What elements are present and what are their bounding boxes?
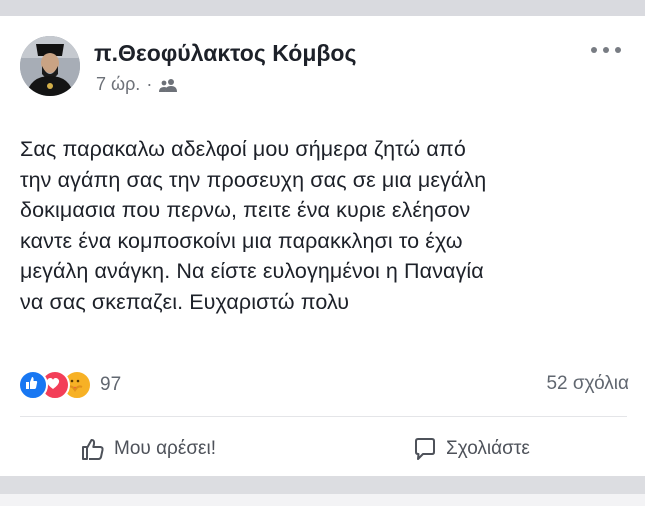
post-meta: 7 ώρ. · (96, 74, 178, 95)
feed-bottom-divider (0, 476, 645, 506)
post-time[interactable]: 7 ώρ. (96, 74, 140, 95)
post-text: Σας παρακαλω αδελφοί μου σήμερα ζητώ από… (20, 137, 487, 314)
author-name[interactable]: π.Θεοφύλακτος Κόμβος (94, 40, 356, 67)
post-card: π.Θεοφύλακτος Κόμβος 7 ώρ. · Σας παρακαλ… (0, 16, 645, 476)
more-options-icon[interactable] (591, 44, 625, 56)
like-button-label: Μου αρέσει! (114, 438, 217, 459)
like-button[interactable]: Μου αρέσει! (80, 436, 216, 462)
reactions-summary[interactable]: 97 (18, 370, 121, 400)
comment-button-label: Σχολιάστε (446, 438, 530, 459)
comment-count[interactable]: 52 σχόλια (546, 373, 629, 395)
meta-separator: · (146, 74, 153, 94)
reaction-count[interactable]: 97 (100, 374, 121, 396)
next-card-edge (0, 494, 645, 506)
feed-top-divider (0, 0, 645, 16)
comment-button[interactable]: Σχολιάστε (412, 436, 530, 462)
actions-divider (20, 416, 627, 417)
like-icon (18, 370, 48, 400)
thumbs-up-icon (82, 438, 104, 460)
comment-bubble-icon (415, 438, 435, 460)
avatar[interactable] (20, 36, 80, 96)
friends-icon (159, 78, 178, 92)
avatar-photo (20, 36, 80, 96)
